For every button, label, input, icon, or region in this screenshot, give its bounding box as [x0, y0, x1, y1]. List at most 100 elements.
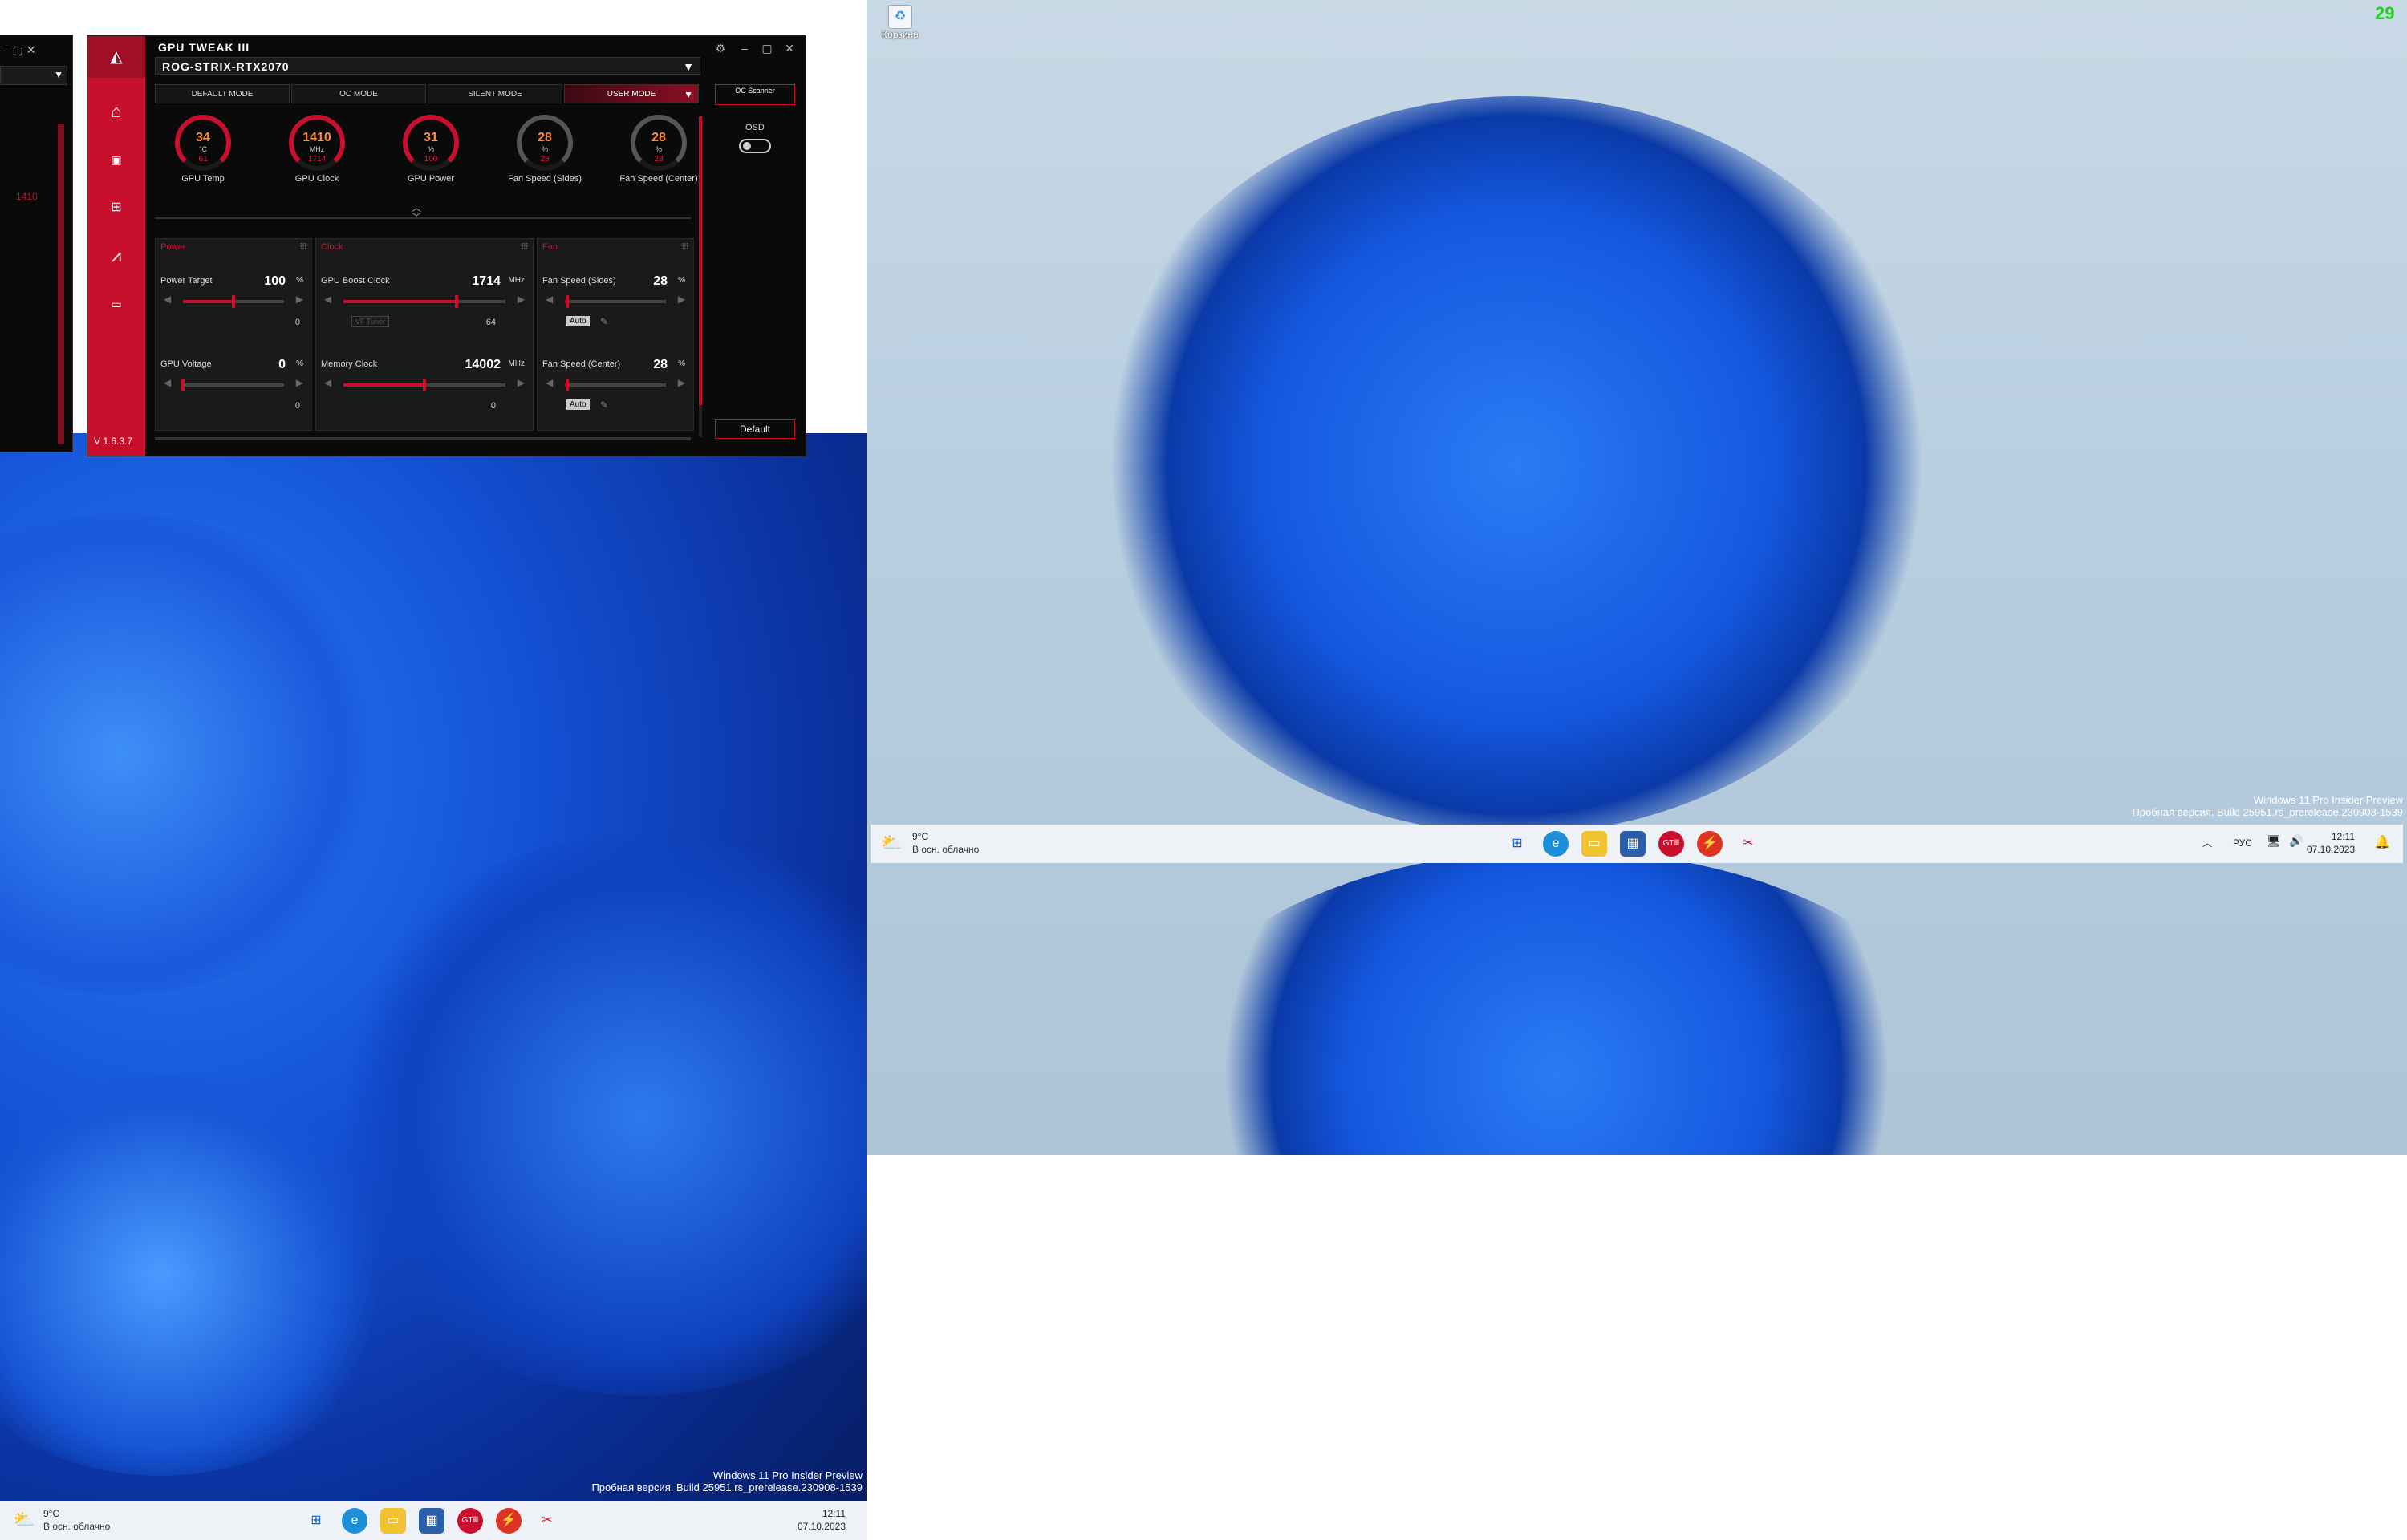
clock-time[interactable]: 12:11: [2307, 831, 2355, 842]
gauge-unit: %: [427, 145, 434, 153]
gpu-info-icon[interactable]: ▭: [100, 290, 132, 318]
model-dropdown-partial[interactable]: ▼: [0, 66, 67, 85]
start-icon[interactable]: ⊞: [303, 1508, 329, 1534]
gpu-model-dropdown[interactable]: ROG-STRIX-RTX2070 ▼: [155, 57, 700, 75]
apps-icon[interactable]: ⊞: [100, 193, 132, 222]
gpu-voltage-label: GPU Voltage: [160, 359, 212, 369]
clock-time[interactable]: 12:11: [794, 1508, 846, 1519]
power-target-slider[interactable]: [183, 295, 284, 308]
edge-icon[interactable]: e: [342, 1508, 367, 1534]
tab-oc-mode[interactable]: OC MODE: [291, 84, 426, 103]
fan-center-unit: %: [678, 359, 685, 368]
scrollbar[interactable]: [58, 124, 64, 444]
sliders-icon[interactable]: ⫶⫶⫶: [300, 242, 306, 253]
oc-scanner-button[interactable]: OC Scanner: [715, 84, 795, 105]
fan-panel-title: Fan: [542, 242, 558, 252]
clock-date[interactable]: 07.10.2023: [2307, 844, 2355, 855]
wallpaper-swirl: [0, 513, 401, 995]
vertical-scrollbar[interactable]: [699, 116, 702, 437]
decrease-arrow-icon[interactable]: ◀: [164, 294, 171, 305]
memory-clock-value[interactable]: 14002: [465, 358, 501, 372]
volume-icon[interactable]: 🔊: [2289, 834, 2303, 848]
sliders-icon[interactable]: ⫶⫶⫶: [522, 242, 528, 253]
tab-default-mode[interactable]: DEFAULT MODE: [155, 84, 290, 103]
start-icon[interactable]: ⊞: [1504, 831, 1530, 857]
language-indicator[interactable]: РУС: [2233, 837, 2252, 849]
restore-icon[interactable]: ▢: [758, 39, 776, 57]
sliders-icon[interactable]: ⫶⫶⫶: [682, 242, 688, 253]
increase-arrow-icon[interactable]: ▶: [296, 294, 303, 305]
increase-arrow-icon[interactable]: ▶: [678, 377, 685, 388]
fan-center-value[interactable]: 28: [653, 358, 668, 372]
weather-icon[interactable]: ⛅: [880, 833, 902, 853]
file-explorer-icon[interactable]: ▭: [380, 1508, 406, 1534]
power-target-value[interactable]: 100: [264, 274, 286, 289]
clock-date[interactable]: 07.10.2023: [794, 1521, 846, 1532]
network-icon[interactable]: 🖥: [2267, 834, 2281, 848]
boost-clock-control: GPU Boost Clock 1714 MHz ◀ ▶ VF Tuner 64: [321, 274, 528, 348]
store-icon[interactable]: ▦: [419, 1508, 444, 1534]
recycle-bin[interactable]: ♻ Корзина: [876, 5, 924, 40]
fan-sides-slider[interactable]: [565, 295, 666, 308]
gpu-tweak-icon[interactable]: GTⅢ: [457, 1508, 483, 1534]
memory-clock-offset: 0: [490, 401, 496, 411]
gauge-max: 28: [654, 155, 664, 164]
tab-silent-mode[interactable]: SILENT MODE: [428, 84, 562, 103]
fan-center-slider[interactable]: [565, 379, 666, 391]
bottom-scrollbar[interactable]: [155, 437, 691, 440]
tab-user-mode[interactable]: USER MODE ▼: [564, 84, 699, 103]
minimize-icon[interactable]: –: [736, 39, 753, 57]
snipping-icon[interactable]: ✂: [1735, 831, 1761, 857]
decrease-arrow-icon[interactable]: ◀: [324, 377, 331, 388]
monitor-icon[interactable]: ⩘: [100, 241, 132, 270]
edge-icon[interactable]: e: [1543, 831, 1569, 857]
fan-center-auto-button[interactable]: Auto: [566, 399, 590, 410]
weather-temp[interactable]: 9°C: [43, 1508, 59, 1519]
home-icon[interactable]: ⌂: [100, 97, 132, 126]
gpu-tweak-icon[interactable]: GTⅢ: [1658, 831, 1684, 857]
window-controls[interactable]: – ▢ ✕: [3, 43, 36, 57]
osd-icon[interactable]: ▣: [100, 145, 132, 174]
store-icon[interactable]: ▦: [1620, 831, 1646, 857]
gpu-voltage-value[interactable]: 0: [278, 358, 286, 372]
boost-clock-slider[interactable]: [343, 295, 505, 308]
osd-toggle[interactable]: [739, 139, 771, 153]
wallpaper-right: [867, 0, 2407, 1155]
edit-curve-icon[interactable]: ✎: [600, 316, 608, 327]
gpu-voltage-slider[interactable]: [181, 379, 284, 391]
decrease-arrow-icon[interactable]: ◀: [546, 377, 553, 388]
fan-sides-value[interactable]: 28: [653, 274, 668, 289]
gauge-label: Fan Speed (Sides): [508, 174, 582, 184]
weather-icon[interactable]: ⛅: [13, 1510, 35, 1530]
notification-icon[interactable]: 🔔: [2374, 834, 2390, 850]
gauge: 34 °C 61 GPU Temp: [155, 115, 251, 184]
memory-clock-slider[interactable]: [343, 379, 505, 391]
vf-tuner-button[interactable]: VF Tuner: [351, 316, 390, 327]
tray-chevron-icon[interactable]: ︿: [2202, 836, 2212, 849]
power-target-label: Power Target: [160, 276, 213, 286]
weather-temp[interactable]: 9°C: [912, 831, 928, 842]
armoury-icon[interactable]: ⚡: [1697, 831, 1723, 857]
armoury-icon[interactable]: ⚡: [496, 1508, 522, 1534]
settings-icon[interactable]: ⚙: [712, 39, 729, 57]
edit-curve-icon[interactable]: ✎: [600, 399, 608, 411]
file-explorer-icon[interactable]: ▭: [1581, 831, 1607, 857]
fan-sides-auto-button[interactable]: Auto: [566, 316, 590, 326]
chevron-down-icon: ▼: [684, 89, 693, 100]
wallpaper-swirl: [1091, 96, 1942, 834]
collapse-toggle-icon[interactable]: ︿﹀: [412, 203, 421, 222]
increase-arrow-icon[interactable]: ▶: [678, 294, 685, 305]
decrease-arrow-icon[interactable]: ◀: [164, 377, 171, 388]
snipping-icon[interactable]: ✂: [534, 1508, 560, 1534]
increase-arrow-icon[interactable]: ▶: [518, 294, 525, 305]
decrease-arrow-icon[interactable]: ◀: [324, 294, 331, 305]
increase-arrow-icon[interactable]: ▶: [296, 377, 303, 388]
increase-arrow-icon[interactable]: ▶: [518, 377, 525, 388]
close-icon[interactable]: ✕: [781, 39, 798, 57]
default-button[interactable]: Default: [715, 419, 795, 439]
taskbar-right: ⛅ 9°C В осн. облачно ⊞ e ▭ ▦ GTⅢ ⚡ ✂ ︿ Р…: [871, 825, 2403, 863]
decrease-arrow-icon[interactable]: ◀: [546, 294, 553, 305]
weather-condition[interactable]: В осн. облачно: [43, 1521, 110, 1532]
boost-clock-value[interactable]: 1714: [472, 274, 501, 289]
weather-condition[interactable]: В осн. облачно: [912, 844, 979, 855]
